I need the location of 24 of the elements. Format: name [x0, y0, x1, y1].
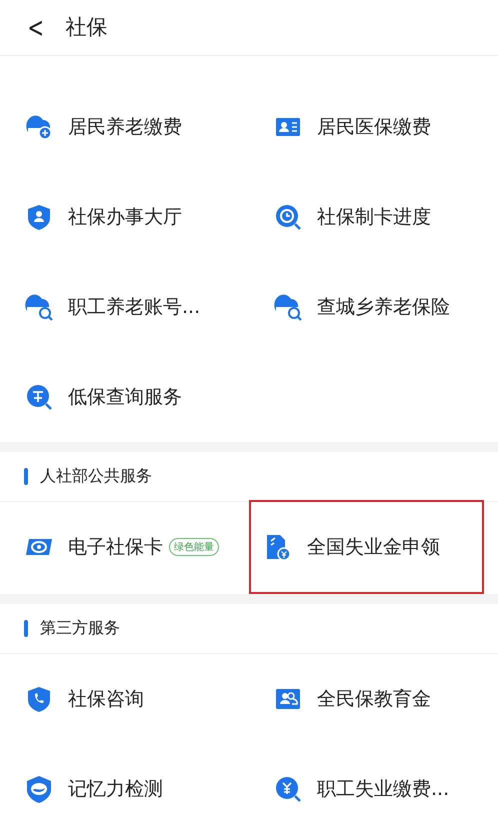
service-item[interactable]: 居民医保缴费 — [249, 82, 498, 172]
service-item[interactable]: 社保制卡进度 — [249, 172, 498, 262]
section-marker — [24, 620, 28, 638]
section-marker — [24, 468, 28, 485]
energy-badge: 绿色能量 — [169, 538, 219, 556]
service-item[interactable]: 记忆力检测 — [0, 744, 249, 834]
highlighted-service-item[interactable]: 全国失业金申领 — [249, 500, 484, 594]
service-item[interactable]: 居民养老缴费 — [0, 82, 249, 172]
coin-search-icon — [273, 774, 303, 804]
cloud-search-icon — [24, 292, 54, 322]
service-item[interactable]: 全民保教育金 — [249, 654, 498, 744]
section-title: 人社部公共服务 — [40, 466, 152, 487]
service-item[interactable]: 电子社保卡 绿色能量 — [0, 502, 249, 592]
service-item[interactable]: 职工失业缴费... — [249, 744, 498, 834]
shield-wave-icon — [24, 774, 54, 804]
service-item[interactable]: 社保咨询 — [0, 654, 249, 744]
section-title: 第三方服务 — [40, 618, 120, 640]
service-item[interactable]: 社保办事大厅 — [0, 172, 249, 262]
page-title: 社保 — [65, 14, 108, 42]
service-item[interactable]: 低保查询服务 — [0, 352, 249, 442]
cloud-search-icon — [273, 292, 303, 322]
service-item[interactable]: 查城乡养老保险 — [249, 262, 498, 352]
back-button[interactable]: < — [28, 10, 44, 44]
service-item[interactable]: 职工养老账号... — [0, 262, 249, 352]
